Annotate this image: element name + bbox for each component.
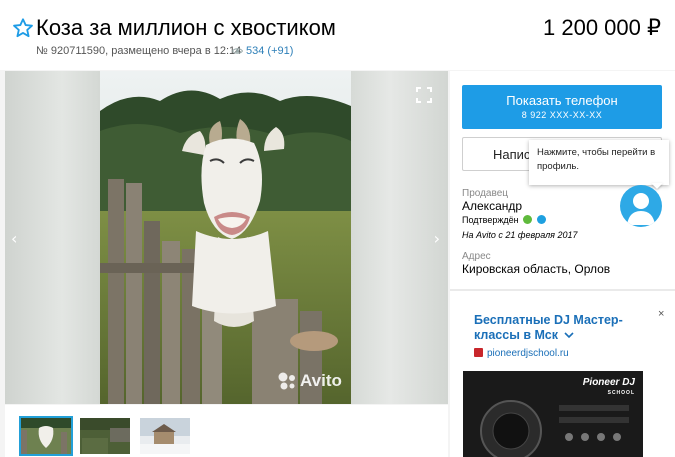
star-icon[interactable]	[12, 17, 34, 39]
show-phone-label: Показать телефон	[506, 93, 618, 108]
watermark-text: Avito	[300, 371, 342, 390]
prev-photo-arrow[interactable]: ‹	[11, 229, 17, 248]
avito-logo-icon	[278, 372, 295, 390]
next-photo-arrow[interactable]: ›	[434, 229, 440, 248]
chevron-down-icon	[564, 332, 575, 339]
avito-watermark: Avito	[277, 371, 342, 391]
write-message-label: Напис	[493, 147, 531, 162]
avatar[interactable]	[620, 185, 662, 227]
eye-icon	[232, 48, 243, 54]
section-divider	[450, 289, 675, 291]
goat-photo[interactable]	[100, 71, 351, 404]
site-favicon-icon	[474, 348, 483, 357]
ad-close-button[interactable]: ×	[658, 308, 664, 320]
thumbnail-goat[interactable]	[19, 416, 73, 456]
views-count: 534 (+91)	[246, 45, 294, 57]
thumbnail-garden[interactable]	[80, 418, 130, 454]
seller-name-link[interactable]: Александр	[462, 199, 522, 213]
ad-logo-subtext: SCHOOL	[607, 390, 635, 396]
ad-title-link[interactable]: Бесплатные DJ Мастер-классы в Мск	[474, 313, 644, 343]
masked-phone: 8 922 XXX-XX-XX	[521, 110, 603, 120]
seller-caption: Продавец	[462, 188, 508, 199]
ad-site-text: pioneerdjschool.ru	[487, 348, 569, 359]
member-since: На Avito с 21 февраля 2017	[462, 230, 578, 240]
listing-price: 1 200 000 ₽	[543, 15, 661, 40]
thumbnail-strip	[5, 405, 448, 457]
ad-image[interactable]: Pioneer DJ SCHOOL	[463, 371, 643, 457]
verified-label: Подтверждён	[462, 215, 519, 225]
verified-status: Подтверждён	[462, 215, 546, 225]
listing-title: Коза за миллион с хвостиком	[36, 15, 336, 40]
profile-tooltip: Нажмите, чтобы перейти в профиль.	[529, 140, 669, 185]
user-silhouette-icon	[627, 193, 655, 225]
address-caption: Адрес	[462, 251, 491, 262]
gallery-blur-left	[5, 71, 100, 404]
view-counter[interactable]: 534 (+91)	[232, 45, 293, 57]
ad-logo-text: Pioneer DJ	[582, 377, 635, 388]
thumbnail-house[interactable]	[140, 418, 190, 454]
listing-meta: № 920711590, размещено вчера в 12:14	[36, 45, 242, 57]
listing-header: Коза за миллион с хвостиком 1 200 000 ₽ …	[0, 0, 675, 70]
page: Коза за миллион с хвостиком 1 200 000 ₽ …	[0, 0, 675, 457]
whatsapp-icon	[523, 215, 533, 224]
pioneer-dj-logo: Pioneer DJ SCHOOL	[583, 378, 635, 398]
ad-title-text: Бесплатные DJ Мастер-классы в Мск	[474, 313, 623, 342]
contact-sidebar: Показать телефон 8 922 XXX-XX-XX Напис Н…	[450, 71, 675, 457]
ad-site-link[interactable]: pioneerdjschool.ru	[474, 348, 569, 359]
fullscreen-icon[interactable]	[416, 87, 432, 103]
verified-icon	[536, 215, 546, 224]
show-phone-button[interactable]: Показать телефон 8 922 XXX-XX-XX	[462, 85, 662, 129]
address-value: Кировская область, Орлов	[462, 262, 611, 276]
photo-gallery[interactable]: ‹ › Avito	[5, 71, 448, 404]
